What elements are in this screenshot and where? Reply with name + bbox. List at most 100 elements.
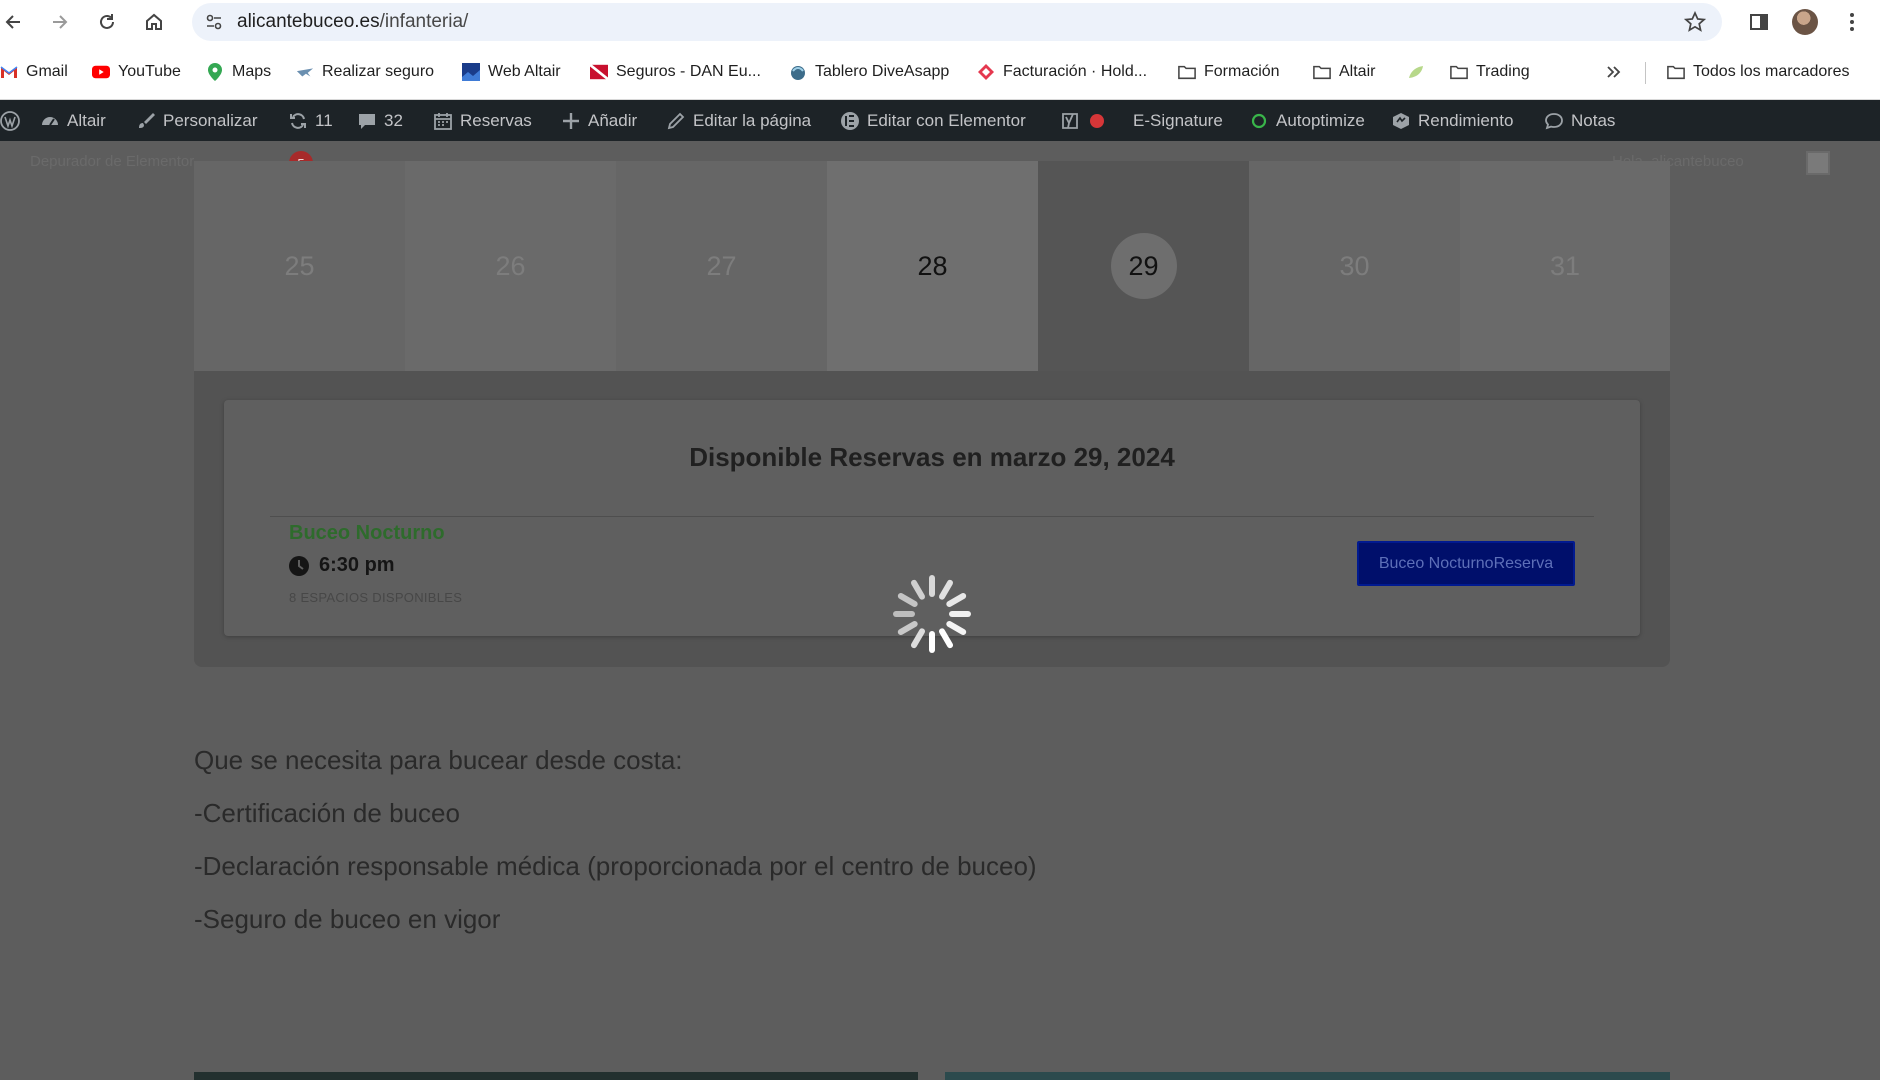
wp-site-name[interactable]: Altair — [40, 100, 106, 141]
menu-button[interactable] — [1838, 8, 1866, 36]
bookmarks-overflow-button[interactable] — [1605, 59, 1623, 85]
forward-button[interactable] — [45, 8, 73, 36]
side-panel-icon — [1750, 14, 1768, 30]
requirement-item: -Seguro de buceo en vigor — [194, 904, 501, 934]
bookmark-gmail[interactable]: Gmail — [0, 59, 68, 85]
bookmarks-divider — [1645, 62, 1646, 84]
calendar-icon — [433, 111, 453, 131]
wp-reservas[interactable]: Reservas — [433, 100, 532, 141]
bookmark-realizar-seguro[interactable]: Realizar seguro — [296, 59, 434, 85]
kebab-menu-icon — [1850, 13, 1854, 31]
bookmark-diveasapp[interactable]: Tablero DiveAsapp — [789, 59, 949, 85]
brush-icon — [136, 111, 156, 131]
bookmark-label: YouTube — [118, 63, 181, 80]
back-button[interactable] — [0, 8, 28, 36]
profile-button[interactable] — [1791, 8, 1819, 36]
comment-icon — [357, 111, 377, 131]
bookmark-dan[interactable]: Seguros - DAN Eu... — [590, 59, 761, 85]
day-number: 31 — [1549, 250, 1581, 281]
wp-updates[interactable]: 11 — [288, 100, 333, 141]
day-number: 29 — [1128, 250, 1159, 281]
reload-icon — [100, 14, 114, 29]
service-name: Buceo Nocturno — [289, 522, 445, 544]
bookmark-altair[interactable]: Altair — [1313, 59, 1375, 85]
calendar-day[interactable]: 28 — [827, 161, 1038, 371]
bookmark-formacion[interactable]: Formación — [1178, 59, 1280, 85]
wp-esignature[interactable]: E-Signature — [1133, 100, 1223, 141]
bookmark-label: Gmail — [26, 63, 68, 80]
reload-button[interactable] — [93, 8, 121, 36]
day-number: 28 — [917, 250, 948, 281]
bookmark-label: Facturación · Hold... — [1003, 63, 1148, 80]
calendar-day[interactable]: 30 — [1249, 161, 1460, 371]
wp-autoptimize-label: Autoptimize — [1276, 110, 1365, 130]
gmail-icon — [0, 63, 18, 81]
wp-comments[interactable]: 32 — [357, 100, 403, 141]
diveasapp-icon — [789, 63, 807, 81]
wp-esignature-label: E-Signature — [1133, 110, 1223, 130]
wp-add-new[interactable]: Añadir — [561, 100, 637, 141]
side-panel-button[interactable] — [1745, 8, 1773, 36]
wp-performance-label: Rendimiento — [1418, 110, 1514, 130]
wp-edit-elementor[interactable]: Editar con Elementor — [840, 100, 1026, 141]
day-number: 26 — [495, 250, 526, 281]
gallery-image-right — [945, 1072, 1670, 1080]
wp-edit-page-label: Editar la página — [693, 110, 812, 130]
bookmark-web-altair[interactable]: Web Altair — [462, 59, 561, 85]
wp-customize-label: Personalizar — [163, 110, 258, 130]
url-text: alicantebuceo.es/infanteria/ — [237, 3, 468, 41]
bookmark-star-icon[interactable] — [1682, 9, 1708, 35]
wp-logo[interactable] — [0, 100, 20, 141]
service-time: 6:30 pm — [289, 554, 395, 577]
wp-performance[interactable]: Rendimiento — [1391, 100, 1513, 141]
arrow-left-icon — [5, 15, 20, 29]
bookmark-label: Formación — [1204, 63, 1280, 80]
chat-bubble-icon — [1544, 111, 1564, 131]
site-info-icon[interactable] — [200, 8, 228, 36]
bookmark-label: Todos los marcadores — [1693, 63, 1850, 80]
yoast-icon — [1060, 111, 1080, 131]
dashboard-icon — [40, 111, 60, 131]
calendar-day[interactable]: 31 — [1460, 161, 1670, 371]
book-button[interactable]: Buceo NocturnoReserva — [1357, 541, 1575, 586]
folder-icon — [1450, 63, 1468, 81]
leaf-icon — [1407, 63, 1425, 81]
bookmark-label: Web Altair — [488, 63, 561, 80]
bookmark-label: Seguros - DAN Eu... — [616, 63, 761, 80]
bookmark-label: Maps — [232, 63, 272, 80]
home-icon — [146, 13, 162, 30]
folder-icon — [1313, 63, 1331, 81]
bookmark-trading[interactable]: Trading — [1450, 59, 1530, 85]
wp-yoast[interactable] — [1060, 100, 1107, 141]
home-button[interactable] — [140, 8, 168, 36]
bookmark-youtube[interactable]: YouTube — [92, 59, 181, 85]
calendar-day[interactable]: 25 — [194, 161, 405, 371]
wp-customize[interactable]: Personalizar — [136, 100, 258, 141]
bookmark-holded[interactable]: Facturación · Hold... — [977, 59, 1147, 85]
wp-edit-page[interactable]: Editar la página — [666, 100, 811, 141]
arrow-right-icon — [53, 15, 68, 29]
wp-autoptimize[interactable]: Autoptimize — [1249, 100, 1365, 141]
requirement-item: -Certificación de buceo — [194, 798, 460, 828]
calendar-day-selected[interactable]: 29 — [1038, 161, 1249, 371]
wp-reservas-label: Reservas — [460, 110, 532, 130]
calendar-day[interactable]: 26 — [405, 161, 616, 371]
youtube-icon — [92, 63, 110, 81]
dan-icon — [590, 63, 608, 81]
bookmark-all-bookmarks[interactable]: Todos los marcadores — [1667, 59, 1850, 85]
folder-icon — [1667, 63, 1685, 81]
bookmark-label: Altair — [1339, 63, 1376, 80]
elementor-icon — [840, 111, 860, 131]
plus-icon — [561, 111, 581, 131]
wp-notes-label: Notas — [1571, 110, 1616, 130]
day-number: 25 — [284, 250, 315, 281]
status-circle-green-icon — [1249, 111, 1269, 131]
calendar-day[interactable]: 27 — [616, 161, 827, 371]
bookmarks-bar: Gmail YouTube Maps Realizar seguro Web A… — [0, 44, 1880, 100]
address-bar[interactable]: alicantebuceo.es/infanteria/ — [192, 3, 1722, 41]
wp-updates-count: 11 — [315, 110, 333, 130]
holded-icon — [977, 63, 995, 81]
bookmark-leaf[interactable] — [1407, 59, 1425, 85]
bookmark-maps[interactable]: Maps — [206, 59, 271, 85]
wp-notes[interactable]: Notas — [1544, 100, 1615, 141]
